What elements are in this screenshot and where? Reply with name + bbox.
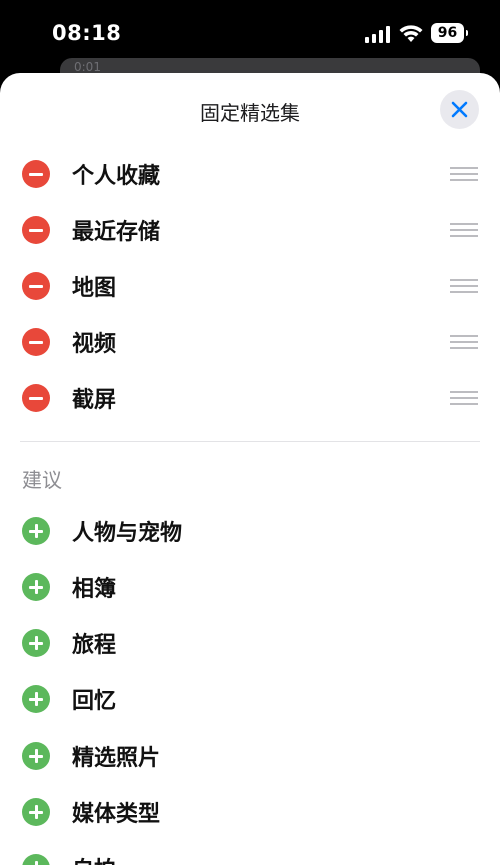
pinned-item: 个人收藏 — [0, 146, 500, 202]
add-icon[interactable] — [22, 629, 50, 657]
suggestion-item-label: 人物与宠物 — [72, 521, 183, 546]
suggestion-item-label: 精选照片 — [72, 746, 161, 771]
pinned-item: 截屏 — [0, 370, 500, 426]
remove-icon[interactable] — [22, 328, 50, 356]
add-icon[interactable] — [22, 742, 50, 770]
section-divider — [20, 441, 480, 442]
drag-handle-icon[interactable] — [450, 390, 478, 406]
pinned-item-label: 截屏 — [72, 388, 117, 413]
drag-handle-icon[interactable] — [450, 166, 478, 182]
background-snippet: 0:01 — [74, 60, 101, 74]
pinned-item-label: 最近存储 — [72, 220, 161, 245]
pinned-item-label: 地图 — [72, 276, 117, 301]
remove-icon[interactable] — [22, 384, 50, 412]
suggestion-item: 媒体类型 — [0, 784, 500, 840]
suggestion-item: 相簿 — [0, 559, 500, 615]
suggestion-item-label: 旅程 — [72, 633, 117, 658]
suggestion-item: 精选照片 — [0, 728, 500, 784]
suggestion-item: 回忆 — [0, 671, 500, 727]
remove-icon[interactable] — [22, 216, 50, 244]
close-icon — [451, 101, 468, 118]
pinned-item-label: 个人收藏 — [72, 164, 161, 189]
drag-handle-icon[interactable] — [450, 222, 478, 238]
pinned-collections-sheet: 固定精选集 个人收藏 最近存储 地图 视频 截屏 建议 人物与宠物 相簿 旅程 … — [0, 73, 500, 865]
battery-indicator: 96 — [431, 23, 468, 43]
wifi-icon — [399, 25, 423, 42]
pinned-item-label: 视频 — [72, 332, 117, 357]
suggestion-item-label: 回忆 — [72, 689, 117, 714]
remove-icon[interactable] — [22, 160, 50, 188]
add-icon[interactable] — [22, 573, 50, 601]
sheet-title: 固定精选集 — [200, 101, 300, 125]
drag-handle-icon[interactable] — [450, 278, 478, 294]
suggestion-item: 自拍 — [0, 840, 500, 865]
status-time: 08:18 — [52, 21, 122, 45]
add-icon[interactable] — [22, 685, 50, 713]
pinned-item: 最近存储 — [0, 202, 500, 258]
suggestion-item: 人物与宠物 — [0, 503, 500, 559]
remove-icon[interactable] — [22, 272, 50, 300]
suggestion-item: 旅程 — [0, 615, 500, 671]
add-icon[interactable] — [22, 854, 50, 865]
suggestion-item-label: 相簿 — [72, 577, 117, 602]
pinned-item: 视频 — [0, 314, 500, 370]
cellular-signal-icon — [365, 25, 391, 43]
close-button[interactable] — [440, 90, 479, 129]
add-icon[interactable] — [22, 798, 50, 826]
suggestions-header: 建议 — [22, 468, 62, 492]
suggestion-item-label: 自拍 — [72, 852, 116, 865]
pinned-item: 地图 — [0, 258, 500, 314]
add-icon[interactable] — [22, 517, 50, 545]
drag-handle-icon[interactable] — [450, 334, 478, 350]
suggestion-item-label: 媒体类型 — [72, 802, 161, 827]
